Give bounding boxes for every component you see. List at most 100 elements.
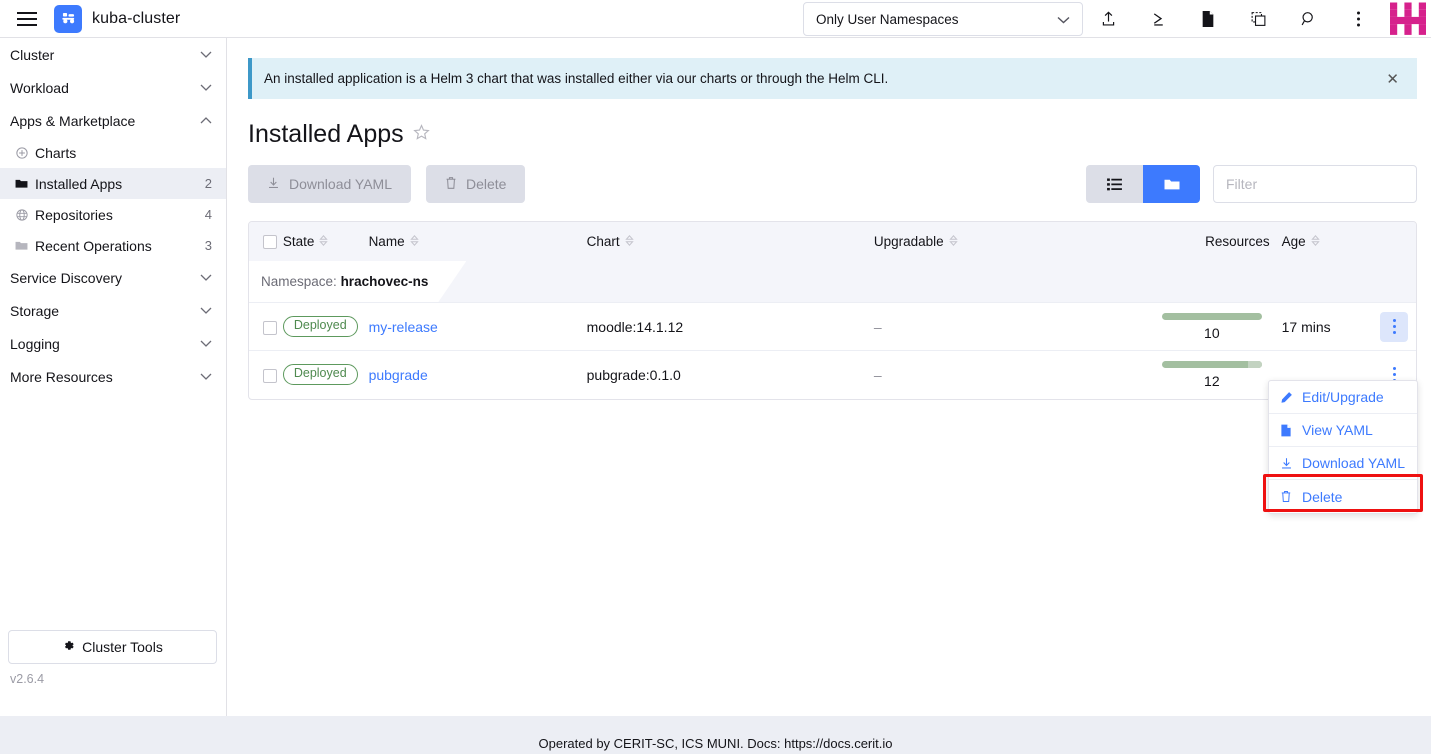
filter-input[interactable] xyxy=(1213,165,1417,203)
close-icon[interactable]: ✕ xyxy=(1382,70,1403,88)
star-outline-icon[interactable] xyxy=(413,124,430,146)
trash-icon xyxy=(445,176,457,193)
upgradable-value: – xyxy=(874,319,882,335)
delete-button[interactable]: Delete xyxy=(426,165,525,203)
column-label: Upgradable xyxy=(874,234,944,249)
menu-item-download-yaml[interactable]: Download YAML xyxy=(1269,447,1417,480)
resources-count: 12 xyxy=(1154,373,1270,389)
namespace-filter-value: Only User Namespaces xyxy=(816,12,959,27)
sidebar-group-logging[interactable]: Logging xyxy=(0,327,226,360)
download-yaml-label: Download YAML xyxy=(289,176,392,192)
sidebar-group-label: Logging xyxy=(10,336,200,352)
import-yaml-icon[interactable] xyxy=(1083,0,1133,38)
download-icon xyxy=(1279,457,1293,470)
row-checkbox[interactable] xyxy=(263,369,277,383)
sidebar-item-label: Charts xyxy=(35,145,206,161)
download-yaml-button[interactable]: Download YAML xyxy=(248,165,411,203)
cluster-name[interactable]: kuba-cluster xyxy=(92,10,180,28)
select-all-checkbox[interactable] xyxy=(263,235,277,249)
column-header-age[interactable]: Age xyxy=(1282,222,1373,261)
circle-plus-icon xyxy=(14,147,29,159)
sidebar-group-label: Cluster xyxy=(10,47,200,63)
column-header-chart[interactable]: Chart xyxy=(587,222,874,261)
app-name-link[interactable]: pubgrade xyxy=(369,367,428,383)
action-toolbar: Download YAML Delete xyxy=(248,165,1417,203)
menu-item-label: Download YAML xyxy=(1302,455,1405,471)
table-row[interactable]: Deployed pubgrade pubgrade:0.1.0 – 12 xyxy=(249,351,1416,399)
table-row[interactable]: Deployed my-release moodle:14.1.12 – 10 … xyxy=(249,303,1416,351)
copy-resource-icon[interactable] xyxy=(1233,0,1283,38)
sort-icon xyxy=(1311,235,1320,249)
folder-filled-icon xyxy=(14,178,29,189)
globe-icon xyxy=(14,209,29,221)
chevron-down-icon xyxy=(200,82,212,94)
namespace-value: hrachovec-ns xyxy=(341,274,429,289)
sidebar-group-more-resources[interactable]: More Resources xyxy=(0,360,226,393)
list-view-icon[interactable] xyxy=(1086,165,1143,203)
column-header-resources: Resources xyxy=(1154,222,1282,261)
file-icon xyxy=(1279,424,1293,437)
chevron-down-icon xyxy=(200,305,212,317)
column-label: State xyxy=(283,234,315,249)
row-context-menu: Edit/Upgrade View YAML Download YAML xyxy=(1268,380,1418,514)
sidebar-group-service-discovery[interactable]: Service Discovery xyxy=(0,261,226,294)
sidebar-group-cluster[interactable]: Cluster xyxy=(0,38,226,71)
installed-apps-table: State Name xyxy=(248,221,1417,400)
user-avatar[interactable] xyxy=(1389,0,1427,38)
column-header-actions xyxy=(1372,222,1416,261)
sort-icon xyxy=(319,235,328,249)
menu-item-edit-upgrade[interactable]: Edit/Upgrade xyxy=(1269,381,1417,414)
table-header-row: State Name xyxy=(249,222,1416,261)
sidebar-group-label: Workload xyxy=(10,80,200,96)
column-label: Chart xyxy=(587,234,620,249)
sidebar-item-count: 3 xyxy=(205,238,212,253)
hamburger-icon[interactable] xyxy=(0,0,54,38)
sidebar-group-label: Storage xyxy=(10,303,200,319)
menu-item-delete[interactable]: Delete xyxy=(1269,480,1417,513)
sidebar-group-storage[interactable]: Storage xyxy=(0,294,226,327)
info-banner-text: An installed application is a Helm 3 cha… xyxy=(264,71,1382,86)
chevron-down-icon xyxy=(200,338,212,350)
top-header-bar: kuba-cluster Only User Namespaces xyxy=(0,0,1431,38)
page-title-text: Installed Apps xyxy=(248,120,404,149)
sidebar-group-label: Service Discovery xyxy=(10,270,200,286)
status-badge: Deployed xyxy=(283,364,358,385)
chevron-down-icon xyxy=(200,49,212,61)
page-title: Installed Apps xyxy=(248,120,1431,149)
menu-item-view-yaml[interactable]: View YAML xyxy=(1269,414,1417,447)
sidebar-group-label: Apps & Marketplace xyxy=(10,113,200,129)
folder-icon xyxy=(14,240,29,251)
sidebar-item-charts[interactable]: Charts xyxy=(0,137,226,168)
cluster-logo-icon xyxy=(54,5,82,33)
sidebar-item-label: Repositories xyxy=(35,207,199,223)
sidebar-group-apps-marketplace[interactable]: Apps & Marketplace xyxy=(0,104,226,137)
cluster-tools-button[interactable]: Cluster Tools xyxy=(8,630,217,664)
delete-label: Delete xyxy=(466,176,506,192)
sidebar-item-installed-apps[interactable]: Installed Apps 2 xyxy=(0,168,226,199)
namespace-group-row: Namespace: hrachovec-ns xyxy=(249,261,1416,303)
column-header-state[interactable]: State xyxy=(283,222,369,261)
more-options-icon[interactable] xyxy=(1333,0,1383,38)
trash-icon xyxy=(1279,490,1293,503)
sidebar-item-repositories[interactable]: Repositories 4 xyxy=(0,199,226,230)
app-name-link[interactable]: my-release xyxy=(369,319,438,335)
column-header-name[interactable]: Name xyxy=(369,222,587,261)
row-checkbox[interactable] xyxy=(263,321,277,335)
kubectl-shell-icon[interactable] xyxy=(1133,0,1183,38)
group-view-icon[interactable] xyxy=(1143,165,1200,203)
resources-bar xyxy=(1162,361,1262,368)
main-content: An installed application is a Helm 3 cha… xyxy=(227,38,1431,716)
chart-version: moodle:14.1.12 xyxy=(587,319,684,335)
sidebar-item-recent-operations[interactable]: Recent Operations 3 xyxy=(0,230,226,261)
status-badge: Deployed xyxy=(283,316,358,337)
search-icon[interactable] xyxy=(1283,0,1333,38)
download-icon xyxy=(267,176,280,193)
header-actions: Only User Namespaces xyxy=(803,0,1431,38)
sidebar-group-workload[interactable]: Workload xyxy=(0,71,226,104)
namespace-prefix: Namespace: xyxy=(261,274,337,289)
row-actions-menu-button[interactable] xyxy=(1380,312,1408,342)
column-header-upgradable[interactable]: Upgradable xyxy=(874,222,1154,261)
docs-icon[interactable] xyxy=(1183,0,1233,38)
namespace-filter-select[interactable]: Only User Namespaces xyxy=(803,2,1083,36)
gear-icon xyxy=(62,639,75,655)
